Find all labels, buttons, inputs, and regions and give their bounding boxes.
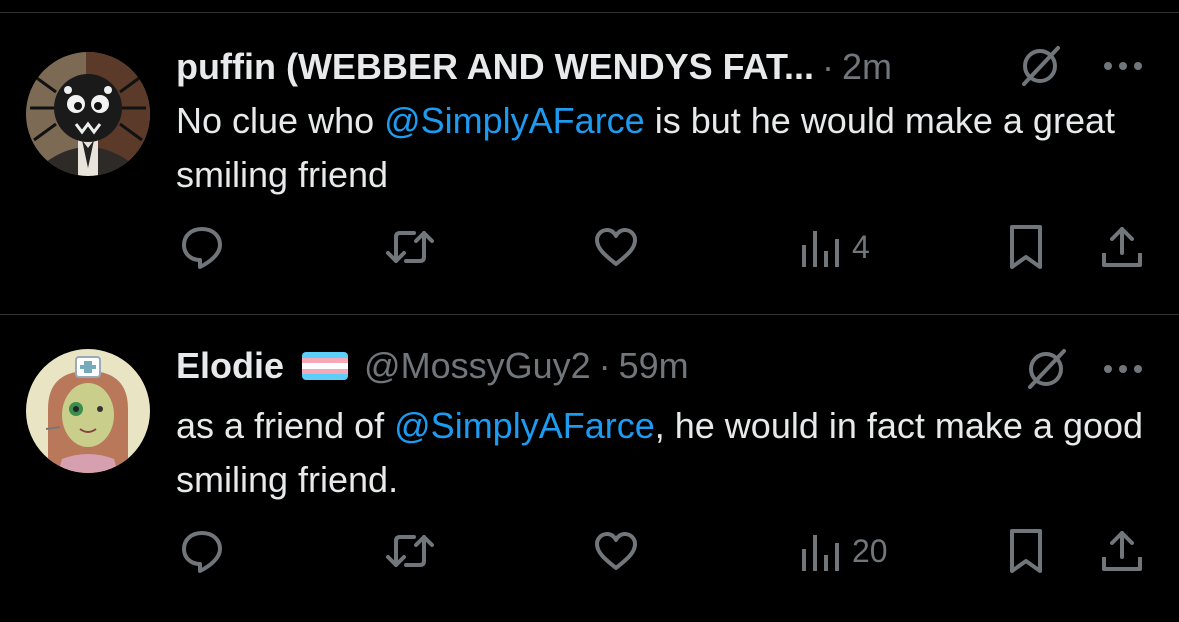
nurse-character-avatar-icon [26, 349, 150, 473]
separator-dot: · [598, 345, 611, 386]
tweet-1[interactable]: puffin (WEBBER AND WENDYS FAT... · 2m No… [0, 12, 1179, 314]
more-icon[interactable] [1100, 359, 1146, 379]
grok-icon[interactable] [1022, 343, 1072, 393]
views-icon [802, 231, 839, 267]
like-icon [595, 532, 637, 570]
reply-feed: puffin (WEBBER AND WENDYS FAT... · 2m No… [0, 0, 1179, 622]
retweet-icon [386, 535, 434, 567]
timestamp[interactable]: 2m [842, 46, 892, 88]
spider-character-avatar-icon [26, 52, 150, 176]
tweet-2[interactable]: Elodie @MossyGuy2 · 59m as a friend of @… [0, 315, 1179, 622]
views-count: 20 [852, 532, 888, 569]
reply-icon [182, 531, 222, 573]
retweet-button[interactable] [384, 521, 436, 581]
like-icon [595, 228, 637, 266]
bookmark-icon [1010, 225, 1042, 269]
action-bar: 20 [0, 521, 1179, 581]
tweet-header: Elodie @MossyGuy2 · 59m [176, 341, 689, 391]
like-button[interactable] [592, 521, 640, 581]
action-bar: 4 [0, 217, 1179, 277]
bookmark-icon [1010, 529, 1042, 573]
trans-flag-icon [302, 352, 349, 380]
reply-icon [182, 227, 222, 269]
tweet-header: puffin (WEBBER AND WENDYS FAT... · 2m [176, 42, 892, 92]
display-name[interactable]: puffin (WEBBER AND WENDYS FAT... [176, 46, 814, 88]
retweet-button[interactable] [384, 217, 436, 277]
share-button[interactable] [1100, 521, 1144, 581]
handle[interactable]: @MossyGuy2 [364, 345, 591, 387]
bookmark-button[interactable] [1006, 217, 1046, 277]
avatar[interactable] [26, 349, 150, 473]
views-count: 4 [852, 228, 870, 265]
views-icon [802, 535, 839, 571]
share-icon [1102, 531, 1142, 571]
tweet-text-start: as a friend of [176, 405, 395, 446]
share-button[interactable] [1100, 217, 1144, 277]
views-button[interactable]: 4 [800, 217, 870, 277]
grok-icon[interactable] [1016, 40, 1066, 90]
bookmark-button[interactable] [1006, 521, 1046, 581]
separator-dot: · [821, 46, 834, 87]
tweet-text: No clue who @SimplyAFarce is but he woul… [176, 94, 1156, 202]
reply-button[interactable] [178, 217, 226, 277]
retweet-icon [386, 231, 434, 263]
reply-button[interactable] [178, 521, 226, 581]
like-button[interactable] [592, 217, 640, 277]
mention-link[interactable]: @SimplyAFarce [394, 405, 655, 446]
tweet-text: as a friend of @SimplyAFarce, he would i… [176, 399, 1156, 507]
mention-link[interactable]: @SimplyAFarce [384, 100, 645, 141]
tweet-text-start: No clue who [176, 100, 385, 141]
share-icon [1102, 227, 1142, 267]
more-icon[interactable] [1100, 56, 1146, 76]
timestamp[interactable]: 59m [619, 345, 689, 387]
display-name[interactable]: Elodie [176, 345, 284, 387]
avatar[interactable] [26, 52, 150, 176]
views-button[interactable]: 20 [800, 521, 888, 581]
